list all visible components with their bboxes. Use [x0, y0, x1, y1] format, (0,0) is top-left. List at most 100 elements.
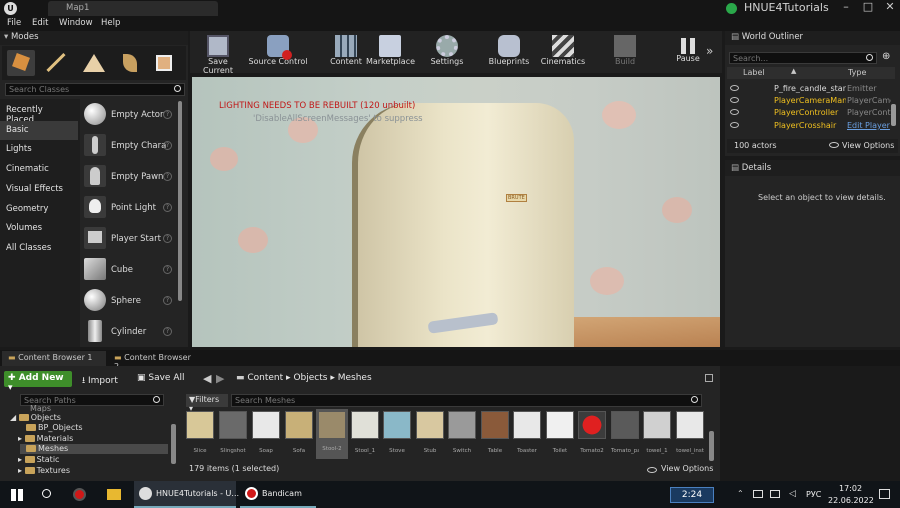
save-current-button[interactable]: Save Current [193, 32, 243, 75]
asset-tile[interactable]: Stool_1 [351, 411, 379, 458]
clock-time[interactable]: 17:02 [839, 484, 862, 493]
visibility-eye-icon[interactable] [730, 109, 739, 115]
geometry-mode-icon[interactable] [150, 50, 178, 76]
tree-item-bp-objects[interactable]: BP_Objects [26, 423, 83, 433]
place-item-point-light[interactable]: Point Light? [82, 193, 177, 223]
info-icon[interactable]: ? [163, 141, 172, 150]
source-control-button[interactable]: Source Control [248, 32, 308, 72]
asset-tile[interactable]: Toilet [546, 411, 574, 458]
menu-edit[interactable]: Edit [32, 18, 48, 28]
asset-tile[interactable]: Table [481, 411, 509, 458]
col-type[interactable]: Type [848, 68, 866, 77]
asset-scrollbar[interactable] [709, 431, 714, 461]
visibility-eye-icon[interactable] [730, 122, 739, 128]
asset-tile[interactable]: Slice [186, 411, 214, 458]
clock-date[interactable]: 22.06.2022 [828, 496, 874, 505]
category-recently-placed[interactable]: Recently Placed [0, 101, 78, 125]
place-item-empty-character[interactable]: Empty Chara? [82, 131, 177, 161]
search-icon[interactable] [42, 489, 51, 498]
menu-file[interactable]: File [7, 18, 21, 28]
blueprints-button[interactable]: Blueprints [486, 32, 532, 72]
place-item-cube[interactable]: Cube? [82, 255, 177, 285]
taskbar-app-bandicam[interactable]: Bandicam [240, 481, 316, 508]
category-visual-effects[interactable]: Visual Effects [0, 180, 78, 199]
landscape-mode-icon[interactable] [80, 50, 108, 76]
asset-tile[interactable]: Stub [416, 411, 444, 458]
asset-tile[interactable]: Soap [252, 411, 280, 458]
asset-tile[interactable]: Toaster [513, 411, 541, 458]
search-meshes-input[interactable]: Search Meshes [231, 394, 702, 407]
outliner-view-options[interactable]: View Options [842, 141, 894, 150]
info-icon[interactable]: ? [163, 265, 172, 274]
place-item-sphere[interactable]: Sphere? [82, 286, 177, 316]
breadcrumb-item[interactable]: Objects [293, 373, 327, 383]
close-icon[interactable]: ✕ [878, 0, 900, 16]
outliner-row-type[interactable]: Edit Player [847, 121, 891, 130]
outliner-row[interactable]: PlayerCrosshair Edit Player [727, 120, 893, 132]
place-list-scrollbar[interactable] [178, 101, 182, 301]
info-icon[interactable]: ? [163, 327, 172, 336]
toolbar-overflow-icon[interactable]: » [706, 44, 713, 58]
save-all-button[interactable]: ▣ Save All [137, 373, 185, 383]
menu-window[interactable]: Window [59, 18, 93, 28]
paint-mode-icon[interactable] [42, 50, 70, 76]
asset-tile[interactable]: Stove [383, 411, 411, 458]
outliner-scrollbar[interactable] [891, 104, 896, 126]
category-geometry[interactable]: Geometry [0, 200, 78, 219]
info-icon[interactable]: ? [163, 203, 172, 212]
asset-tile-selected[interactable]: Stool-2 [316, 409, 348, 459]
asset-tile[interactable]: towel_inst [676, 411, 704, 458]
info-icon[interactable]: ? [163, 110, 172, 119]
taskbar-app-unreal[interactable]: HNUE4Tutorials - U... [134, 481, 239, 508]
breadcrumb-item[interactable]: Meshes [338, 373, 372, 383]
tab-content-browser-2[interactable]: ▬ Content Browser 2 [108, 351, 198, 371]
build-button[interactable]: Build [608, 32, 642, 72]
level-viewport[interactable]: BRUTE LIGHTING NEEDS TO BE REBUILT (120 … [192, 77, 720, 347]
minimize-icon[interactable]: – [834, 0, 858, 16]
asset-tile[interactable]: towel_1 [643, 411, 671, 458]
asset-tile[interactable]: Sofa [285, 411, 313, 458]
forward-icon[interactable]: ▶ [216, 372, 224, 385]
tab-map[interactable]: Map1 [48, 1, 218, 16]
tab-content-browser-1[interactable]: ▬ Content Browser 1 [2, 351, 106, 366]
tree-item-textures[interactable]: ▸ Textures [18, 466, 70, 476]
search-classes-input[interactable]: Search Classes [5, 83, 185, 96]
lock-icon[interactable] [705, 374, 713, 382]
content-button[interactable]: Content [328, 32, 364, 72]
visibility-eye-icon[interactable] [730, 97, 739, 103]
marketplace-button[interactable]: Marketplace [366, 32, 415, 72]
settings-button[interactable]: Settings [426, 32, 468, 72]
outliner-row[interactable]: PlayerCameraMana PlayerCame [727, 95, 893, 107]
category-basic[interactable]: Basic [0, 121, 78, 140]
place-item-empty-actor[interactable]: Empty Actor? [82, 100, 177, 130]
display-icon[interactable] [770, 490, 780, 498]
tree-item-objects[interactable]: ◢ Objects [10, 413, 61, 423]
place-mode-icon[interactable] [7, 50, 35, 76]
asset-tile[interactable]: Slingshot [219, 411, 247, 458]
tree-scrollbar[interactable] [171, 424, 176, 464]
breadcrumb-item[interactable]: Content [247, 373, 283, 383]
notifications-icon[interactable] [879, 489, 890, 499]
network-icon[interactable] [753, 490, 763, 498]
windows-start-icon[interactable] [11, 489, 23, 501]
volume-icon[interactable]: ◁ [789, 489, 796, 499]
import-button[interactable]: ⭳ Import [82, 373, 118, 389]
tree-item-meshes[interactable]: Meshes [20, 444, 168, 454]
tree-item-static[interactable]: ▸ Static [18, 455, 59, 465]
outliner-add-icon[interactable]: ⊕ [882, 51, 896, 64]
pause-button[interactable]: Pause [672, 32, 704, 72]
record-icon[interactable] [73, 488, 86, 501]
info-icon[interactable]: ? [163, 172, 172, 181]
category-cinematic[interactable]: Cinematic [0, 160, 78, 179]
recording-timer[interactable]: 2:24 [670, 487, 714, 503]
language-indicator[interactable]: РУС [806, 490, 821, 499]
place-item-cylinder[interactable]: Cylinder? [82, 317, 177, 347]
file-explorer-icon[interactable] [107, 489, 121, 500]
add-new-button[interactable]: ✚ Add New ▾ [4, 371, 72, 393]
asset-tile[interactable]: Tomato2 [578, 411, 606, 458]
place-item-empty-pawn[interactable]: Empty Pawn? [82, 162, 177, 192]
info-icon[interactable]: ? [163, 234, 172, 243]
category-all-classes[interactable]: All Classes [0, 239, 78, 258]
menu-help[interactable]: Help [101, 18, 120, 28]
back-icon[interactable]: ◀ [203, 372, 211, 385]
